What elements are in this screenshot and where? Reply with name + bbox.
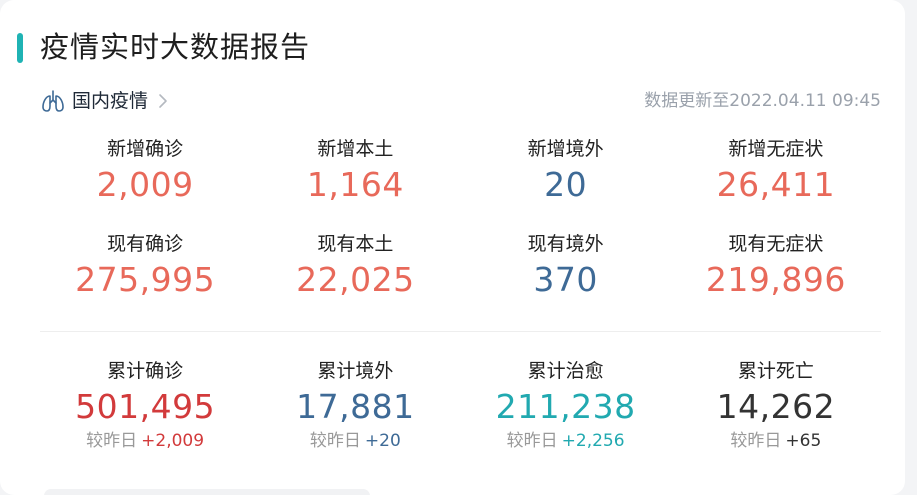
compare-label: 较昨日 [730, 431, 782, 451]
stat-label: 现有本土 [317, 233, 394, 255]
cumulative-stats-row: 累计确诊 501,495 较昨日 +2,009 累计境外 17,881 较昨日 +2… [40, 358, 881, 452]
stat-value: 17,881 [296, 387, 415, 426]
stat-new-imported: 新增境外 20 [461, 136, 671, 208]
chevron-right-icon [159, 94, 167, 108]
bottom-tab-strip[interactable] [44, 489, 370, 495]
compare-label: 较昨日 [506, 431, 558, 451]
compare-delta: +2,009 [141, 431, 205, 451]
page-title: 疫情实时大数据报告 [40, 30, 311, 64]
compare-delta: +20 [364, 431, 401, 451]
stat-total-deaths: 累计死亡 14,262 较昨日 +65 [671, 358, 881, 452]
title-accent-bar [17, 33, 23, 63]
stat-total-recovered: 累计治愈 211,238 较昨日 +2,256 [461, 358, 671, 452]
compare-delta: +2,256 [561, 431, 625, 451]
new-stats-row: 新增确诊 2,009 新增本土 1,164 新增境外 20 新增无症状 26,4… [40, 136, 881, 208]
stat-value: 2,009 [96, 165, 194, 204]
stat-label: 累计确诊 [107, 360, 184, 382]
divider [40, 331, 881, 332]
compare-yesterday: 较昨日 +2,256 [461, 430, 671, 452]
stat-value: 26,411 [716, 165, 836, 204]
stat-label: 累计境外 [317, 360, 394, 382]
stat-value: 1,164 [306, 165, 404, 204]
compare-delta: +65 [785, 431, 822, 451]
stat-value: 501,495 [75, 387, 216, 426]
stat-value: 211,238 [495, 387, 636, 426]
stat-current-imported: 现有境外 370 [461, 231, 671, 303]
stat-new-asymptomatic: 新增无症状 26,411 [671, 136, 881, 208]
stat-value: 20 [544, 165, 588, 204]
report-card: 疫情实时大数据报告 国内疫情 数据更新至2022.04.11 09:45 新增确… [0, 0, 905, 495]
stat-label: 现有境外 [527, 233, 604, 255]
domestic-section-link[interactable]: 国内疫情 [40, 86, 170, 116]
stat-new-local: 新增本土 1,164 [250, 136, 460, 208]
compare-label: 较昨日 [309, 431, 361, 451]
stat-label: 现有确诊 [107, 233, 184, 255]
compare-label: 较昨日 [86, 431, 138, 451]
compare-yesterday: 较昨日 +2,009 [40, 430, 250, 452]
stat-total-confirmed: 累计确诊 501,495 较昨日 +2,009 [40, 358, 250, 452]
stat-value: 275,995 [75, 260, 216, 299]
stat-label: 累计治愈 [527, 360, 604, 382]
stat-total-imported: 累计境外 17,881 较昨日 +20 [250, 358, 460, 452]
stat-current-asymptomatic: 现有无症状 219,896 [671, 231, 881, 303]
update-timestamp: 数据更新至2022.04.11 09:45 [644, 91, 881, 111]
stat-new-confirmed: 新增确诊 2,009 [40, 136, 250, 208]
stat-label: 新增无症状 [728, 138, 824, 160]
stat-current-local: 现有本土 22,025 [250, 231, 460, 303]
compare-yesterday: 较昨日 +20 [250, 430, 460, 452]
stat-value: 370 [533, 260, 598, 299]
stat-label: 新增境外 [527, 138, 604, 160]
stat-value: 14,262 [716, 387, 836, 426]
section-label: 国内疫情 [72, 90, 149, 112]
stat-value: 219,896 [705, 260, 846, 299]
stat-current-confirmed: 现有确诊 275,995 [40, 231, 250, 303]
section-header: 国内疫情 数据更新至2022.04.11 09:45 [40, 86, 881, 116]
compare-yesterday: 较昨日 +65 [671, 430, 881, 452]
current-stats-row: 现有确诊 275,995 现有本土 22,025 现有境外 370 现有无症状 … [40, 231, 881, 303]
stat-label: 累计死亡 [737, 360, 814, 382]
lung-icon [42, 90, 64, 112]
stat-label: 新增确诊 [107, 138, 184, 160]
stat-label: 新增本土 [317, 138, 394, 160]
stat-label: 现有无症状 [728, 233, 824, 255]
stat-value: 22,025 [296, 260, 415, 299]
